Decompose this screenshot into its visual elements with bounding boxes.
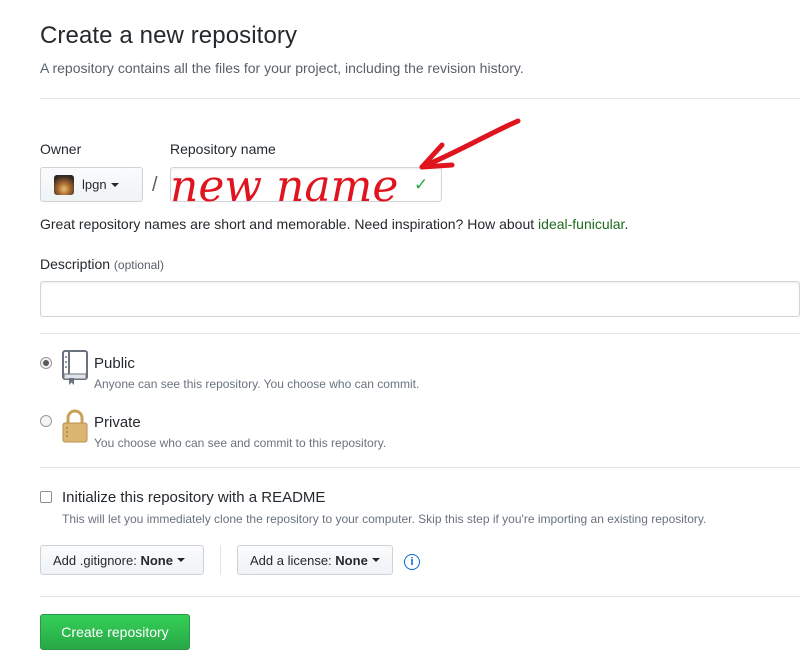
chevron-down-icon bbox=[371, 558, 380, 562]
lock-icon bbox=[62, 409, 88, 443]
description-label-text: Description bbox=[40, 256, 111, 272]
license-select[interactable]: Add a license: None bbox=[237, 545, 393, 575]
chevron-down-icon bbox=[110, 182, 119, 187]
private-title: Private bbox=[94, 414, 141, 431]
owner-label: Owner bbox=[40, 141, 82, 157]
owner-repo-separator: / bbox=[152, 174, 158, 196]
public-title: Public bbox=[94, 355, 135, 372]
annotation-text: new name bbox=[170, 161, 398, 212]
divider-visibility bbox=[40, 333, 800, 334]
description-input[interactable] bbox=[40, 281, 800, 317]
license-value: None bbox=[335, 552, 368, 568]
info-icon[interactable]: i bbox=[404, 554, 420, 570]
suggestion-link[interactable]: ideal-funicular bbox=[538, 216, 624, 232]
vertical-divider bbox=[220, 545, 221, 575]
chevron-down-icon bbox=[176, 558, 185, 562]
owner-value: lpgn bbox=[82, 177, 107, 192]
init-readme-title: Initialize this repository with a README bbox=[62, 489, 326, 506]
annotation-overlay: new name bbox=[170, 118, 521, 212]
repo-book-icon bbox=[62, 350, 88, 385]
init-readme-checkbox[interactable] bbox=[40, 491, 52, 503]
private-radio[interactable] bbox=[40, 415, 52, 427]
public-desc: Anyone can see this repository. You choo… bbox=[94, 377, 420, 391]
page-title: Create a new repository bbox=[40, 22, 298, 49]
gitignore-label: Add .gitignore: bbox=[53, 552, 137, 568]
divider-submit bbox=[40, 596, 800, 597]
public-radio[interactable] bbox=[40, 357, 52, 369]
divider-top bbox=[40, 98, 800, 99]
description-label: Description (optional) bbox=[40, 256, 164, 272]
annotation-arrow-icon bbox=[419, 118, 521, 170]
hint-text: Great repository names are short and mem… bbox=[40, 216, 539, 232]
divider-init bbox=[40, 467, 800, 468]
init-readme-desc: This will let you immediately clone the … bbox=[62, 512, 707, 526]
owner-select[interactable]: lpgn bbox=[40, 167, 143, 202]
private-desc: You choose who can see and commit to thi… bbox=[94, 436, 387, 450]
hint-suffix: . bbox=[624, 216, 629, 232]
create-repository-button[interactable]: Create repository bbox=[40, 614, 190, 650]
optional-tag: (optional) bbox=[113, 258, 164, 272]
license-label: Add a license: bbox=[250, 552, 332, 568]
page-subtitle: A repository contains all the files for … bbox=[40, 60, 524, 76]
gitignore-select[interactable]: Add .gitignore: None bbox=[40, 545, 204, 575]
repo-name-hint: Great repository names are short and mem… bbox=[40, 216, 628, 232]
avatar bbox=[54, 174, 74, 195]
gitignore-value: None bbox=[140, 552, 173, 568]
